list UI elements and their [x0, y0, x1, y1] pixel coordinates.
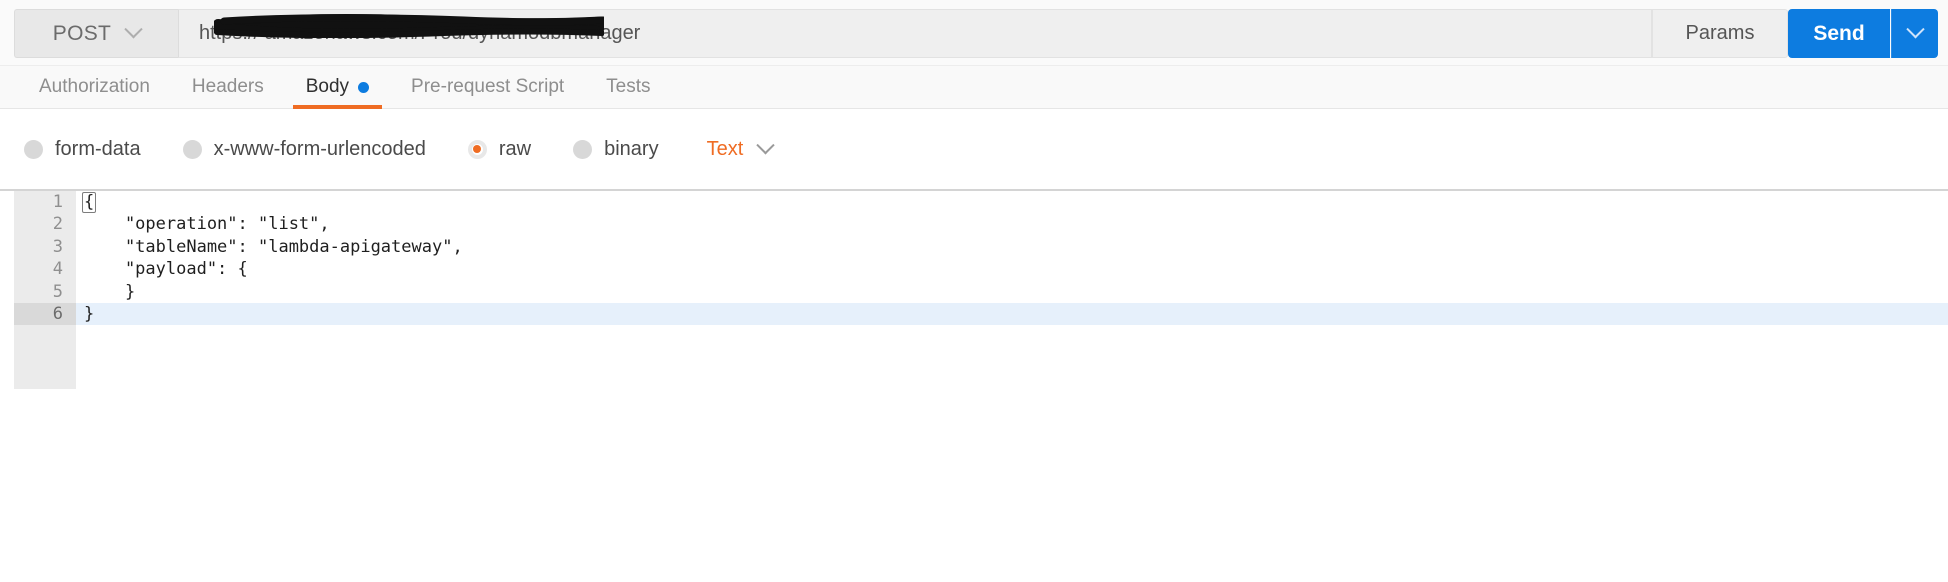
body-type-label: binary — [604, 137, 659, 160]
editor-caret: { — [82, 192, 97, 213]
chevron-down-icon — [1905, 20, 1925, 39]
line-number: 4 — [52, 259, 63, 280]
tab-pre-request-script[interactable]: Pre-request Script — [390, 66, 585, 109]
params-label: Params — [1685, 22, 1755, 44]
radio-icon[interactable] — [573, 139, 593, 159]
tab-label: Tests — [606, 76, 651, 97]
tab-tests[interactable]: Tests — [585, 66, 671, 109]
body-type-label: x-www-form-urlencoded — [213, 137, 426, 160]
http-method-select[interactable]: POST — [14, 9, 178, 58]
line-number: 5 — [52, 281, 63, 302]
tab-authorization[interactable]: Authorization — [18, 66, 171, 109]
body-type-raw[interactable]: raw — [467, 137, 532, 161]
body-format-select[interactable]: Text — [706, 135, 775, 161]
line-number: 1 — [52, 192, 63, 212]
body-type-selector: form-data x-www-form-urlencoded raw bina… — [0, 109, 1948, 189]
tab-label: Headers — [191, 76, 264, 97]
unsaved-indicator-dot-icon — [358, 81, 370, 93]
body-type-label: raw — [498, 137, 532, 160]
code-line[interactable]: "payload": { — [76, 258, 1948, 280]
http-method-label: POST — [52, 21, 112, 45]
editor-gutter: 1 2 3 4 5 6 — [14, 191, 76, 389]
body-type-form-data[interactable]: form-data — [24, 138, 141, 161]
body-format-value: Text — [706, 137, 744, 160]
code-line-active[interactable]: } — [76, 302, 1948, 326]
code-line[interactable]: "tableName": "lambda-apigateway", — [76, 236, 1948, 258]
request-body-editor[interactable]: 1 2 3 4 5 6 { "operation": "list", "tabl… — [0, 189, 1948, 582]
code-line[interactable]: { — [76, 191, 1948, 213]
tab-label: Authorization — [39, 76, 150, 97]
code-line[interactable]: } — [76, 281, 1948, 303]
body-type-label: form-data — [55, 137, 141, 160]
body-type-binary[interactable]: binary — [573, 137, 659, 161]
radio-icon[interactable] — [24, 139, 43, 159]
tab-headers[interactable]: Headers — [171, 66, 285, 109]
send-options-button[interactable] — [1891, 9, 1938, 58]
line-number-active: 6 — [14, 302, 76, 326]
tab-body[interactable]: Body — [285, 66, 390, 109]
send-label: Send — [1813, 21, 1865, 45]
line-number: 2 — [52, 214, 63, 235]
request-bar: POST https:// amazonaws.com/Prod/dynamod… — [0, 0, 1948, 66]
editor-code-area[interactable]: { "operation": "list", "tableName": "lam… — [76, 191, 1948, 582]
url-text: https:// amazonaws.com/Prod/dynamodbmana… — [199, 22, 641, 44]
postman-request-builder: POST https:// amazonaws.com/Prod/dynamod… — [0, 0, 1948, 582]
radio-icon[interactable] — [182, 139, 202, 159]
url-input[interactable]: https:// amazonaws.com/Prod/dynamodbmana… — [178, 9, 1652, 58]
chevron-down-icon — [124, 20, 143, 39]
request-tabs: Authorization Headers Body Pre-request S… — [0, 66, 1948, 109]
line-number: 3 — [52, 236, 63, 257]
params-button[interactable]: Params — [1652, 9, 1788, 58]
code-line[interactable]: "operation": "list", — [76, 213, 1948, 235]
chevron-down-icon — [756, 135, 775, 154]
body-type-x-www-form-urlencoded[interactable]: x-www-form-urlencoded — [182, 137, 426, 161]
tab-label: Body — [305, 76, 350, 97]
radio-selected-icon[interactable] — [467, 139, 487, 159]
tab-label: Pre-request Script — [411, 76, 565, 97]
send-button[interactable]: Send — [1788, 9, 1890, 58]
